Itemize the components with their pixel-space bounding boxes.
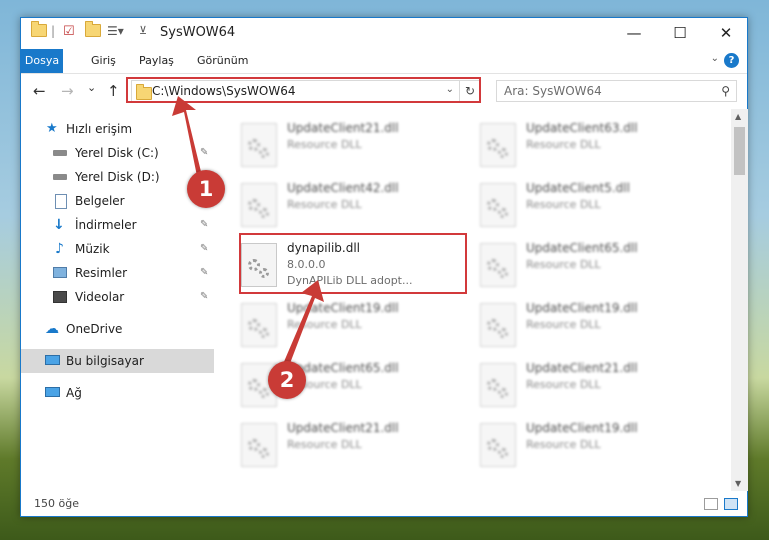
arrow-2 xyxy=(283,280,324,366)
step-1-badge: 1 xyxy=(187,170,225,208)
step-2-badge: 2 xyxy=(268,361,306,399)
annotation-arrows xyxy=(172,96,324,366)
